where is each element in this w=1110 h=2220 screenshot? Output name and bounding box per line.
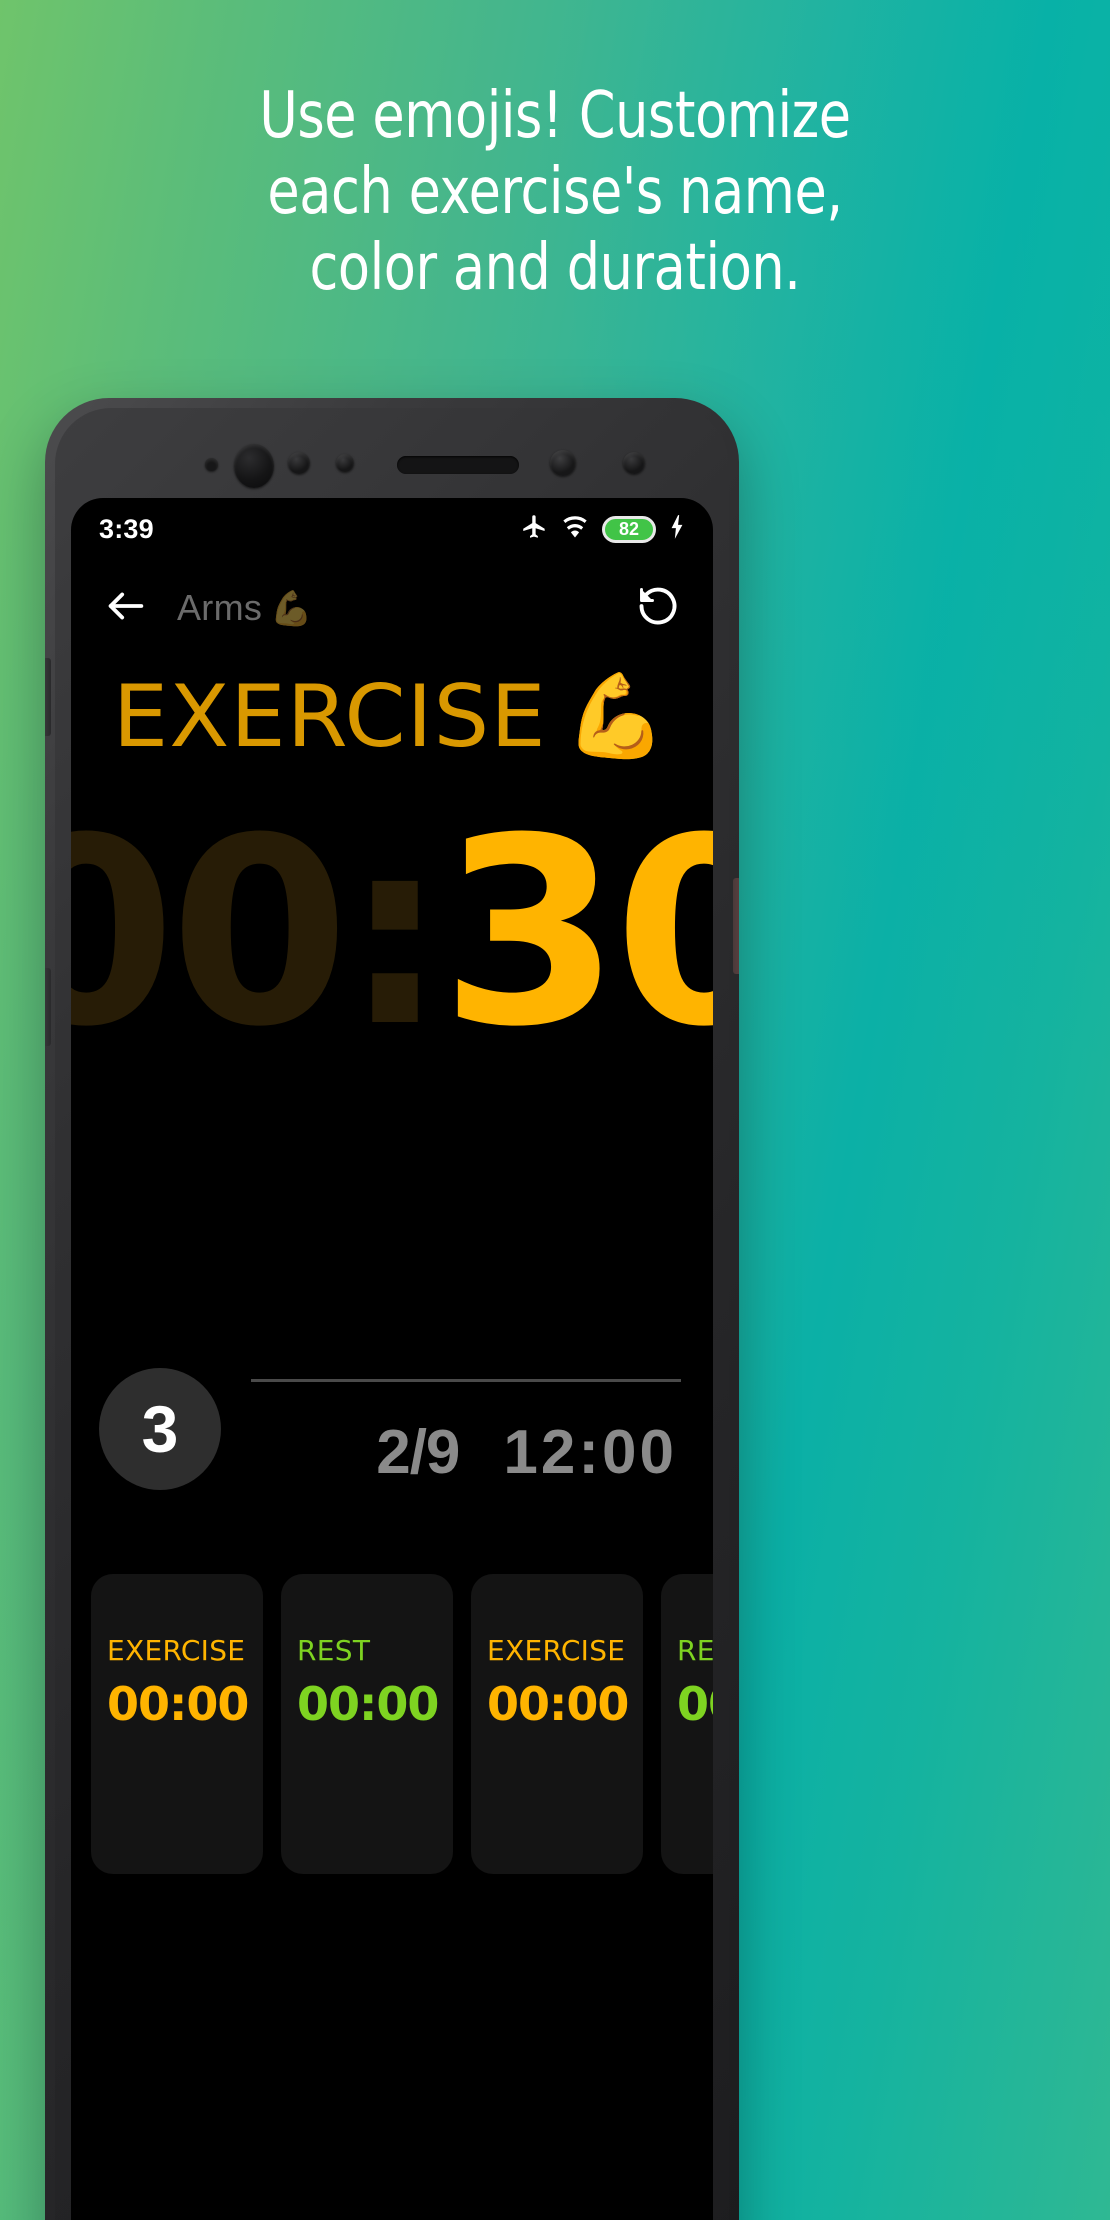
phase-label: EXERCISE [112,667,547,767]
wifi-icon [561,513,589,546]
stats-row: 3 2/9 12:00 [71,1368,713,1490]
iris-sensor-icon [336,454,354,472]
stats-divider [251,1378,681,1382]
secondary-camera-icon [550,450,576,476]
step-card-time: 00:00 [297,1677,439,1731]
promo-headline: Use emojis! Customize each exercise's na… [100,78,1010,306]
power-button[interactable] [733,878,739,974]
step-card-time: 00:00 [107,1677,249,1731]
volume-up-button[interactable] [45,658,51,736]
set-progress: 2/9 [376,1417,460,1487]
timer-minutes-dim: 00: [71,783,447,1083]
volume-down-button[interactable] [45,968,51,1046]
step-card-time: 00:00 [487,1677,629,1731]
step-card-label: EXERCISE... [107,1634,247,1667]
charging-bolt-icon [669,514,685,545]
phase-emoji: 💪 [564,671,667,762]
step-card-time: 00:00 [677,1677,713,1731]
workout-title[interactable]: Arms 💪 [177,587,629,629]
phone-sensor-row [45,444,739,488]
headline-line-1: Use emojis! Customize [259,79,851,153]
step-card[interactable]: REST 00:00 [661,1574,713,1874]
led-indicator-icon [623,452,645,474]
status-bar: 3:39 82 [71,498,713,560]
stats-values: 2/9 12:00 [247,1393,685,1488]
workout-title-text: Arms [177,587,263,628]
step-card-label: REST [677,1634,713,1667]
step-card[interactable]: EXERCISE 00:00 [471,1574,643,1874]
proximity-sensor-icon [205,458,218,471]
battery-level-text: 82 [618,518,640,539]
phase-title-row: EXERCISE 💪 [71,674,713,760]
headline-line-3: color and duration. [309,231,801,305]
step-card-label: REST [297,1634,371,1667]
restart-icon [636,584,680,633]
light-sensor-icon [288,452,310,474]
workout-title-emoji: 💪 [270,590,313,628]
headline-line-2: each exercise's name, [267,155,843,229]
status-bar-icons: 82 [521,513,685,546]
step-card-strip[interactable]: EXERCISE... 00:00 REST 00:00 EXERCISE 00… [71,1574,713,2220]
step-card-label: EXERCISE [487,1634,626,1667]
round-badge[interactable]: 3 [99,1368,221,1490]
app-bar: Arms 💪 [71,560,713,656]
phone-screen: 3:39 82 Arms 💪 EXERCISE 💪 00: 30 3 2/9 1… [71,498,713,2220]
restart-button[interactable] [629,579,687,637]
step-card[interactable]: REST 00:00 [281,1574,453,1874]
airplane-mode-icon [521,513,548,545]
back-arrow-icon [103,583,149,634]
phone-mockup: 3:39 82 Arms 💪 EXERCISE 💪 00: 30 3 2/9 1… [45,398,739,2220]
earpiece-speaker-icon [397,456,519,474]
timer-seconds-bright: 30 [440,783,713,1083]
battery-indicator: 82 [602,515,656,543]
back-button[interactable] [97,579,155,637]
stats-right-group: 2/9 12:00 [247,1371,685,1488]
total-time-remaining: 12:00 [503,1417,677,1487]
front-camera-icon [234,444,274,488]
round-number: 3 [141,1392,179,1466]
status-bar-clock: 3:39 [99,513,154,544]
step-card[interactable]: EXERCISE... 00:00 [91,1574,263,1874]
countdown-timer[interactable]: 00: 30 [71,798,713,1069]
